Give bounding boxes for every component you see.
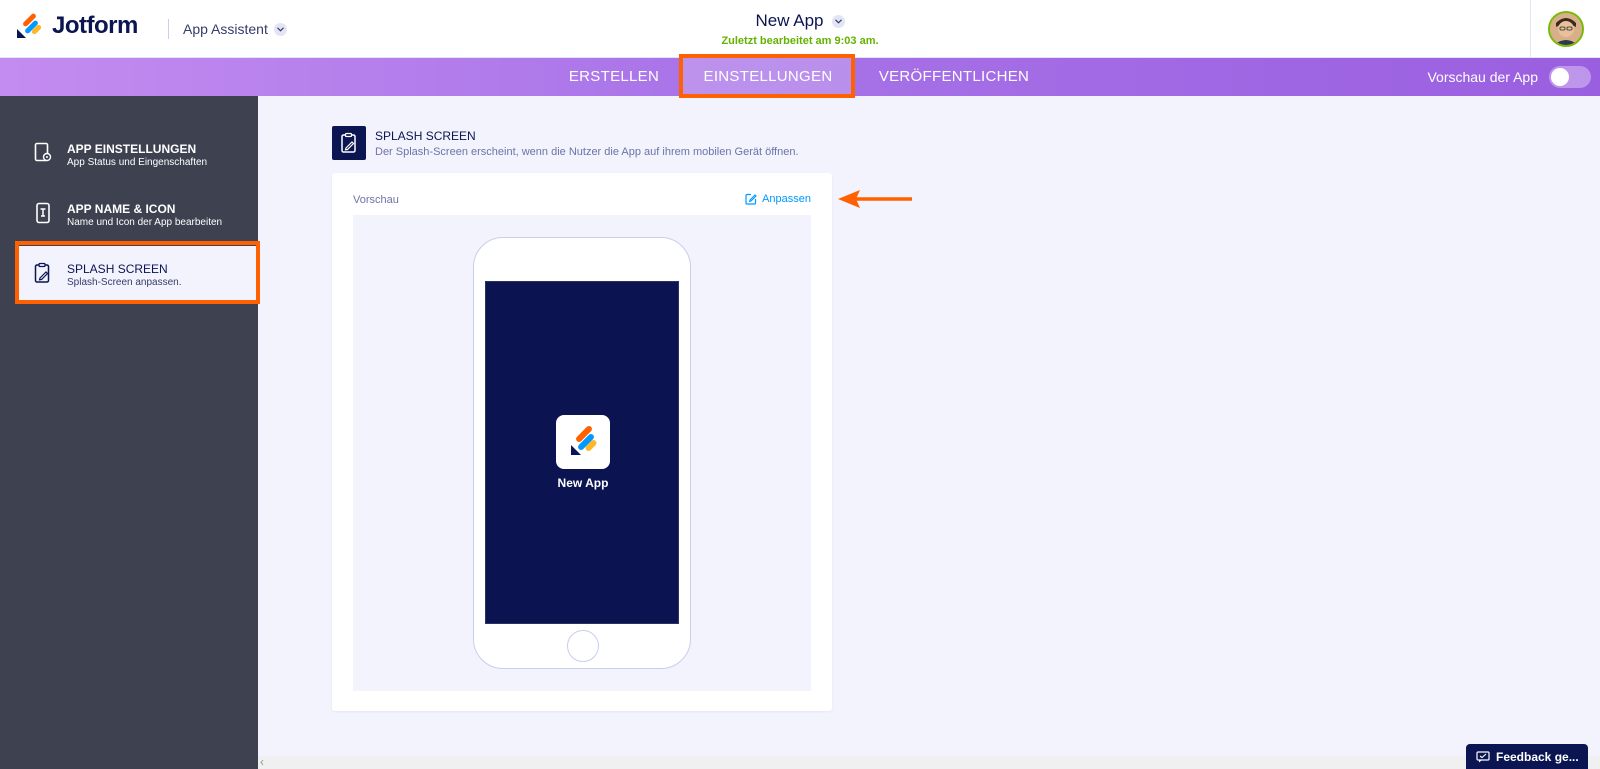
arrow-annotation-icon	[838, 190, 912, 208]
feedback-button[interactable]: Feedback ge...	[1466, 744, 1588, 769]
feedback-label: Feedback ge...	[1496, 749, 1579, 764]
horizontal-scrollbar[interactable]	[258, 756, 1600, 769]
app-preview-label: Vorschau der App	[1427, 69, 1538, 85]
phone-home-button	[567, 630, 599, 662]
app-title: New App	[755, 11, 824, 30]
account-area	[1530, 0, 1600, 58]
sidebar-item-subtitle: App Status und Eingenschaften	[67, 157, 208, 168]
phone-text-icon	[36, 202, 50, 224]
toggle-knob	[1551, 68, 1569, 86]
sidebar-item-title: SPLASH SCREEN	[67, 262, 168, 276]
top-header: Jotform App Assistent New App Zuletzt be…	[0, 0, 1600, 58]
phone-preview-area: New App	[353, 215, 811, 691]
app-icon-tile	[556, 415, 610, 469]
section-description: Der Splash-Screen erscheint, wenn die Nu…	[375, 146, 799, 158]
sidebar-item-subtitle: Name und Icon der App bearbeiten	[67, 217, 223, 228]
app-title-block: New App Zuletzt bearbeitet am 9:03 am.	[0, 11, 1600, 47]
app-preview-toggle[interactable]	[1549, 66, 1591, 88]
app-title-dropdown[interactable]: New App	[755, 11, 845, 31]
sidebar-item-subtitle: Splash-Screen anpassen.	[67, 277, 182, 288]
clipboard-edit-icon	[34, 262, 50, 283]
phone-mockup: New App	[473, 237, 691, 669]
settings-document-icon	[34, 142, 52, 162]
splash-screen-preview: New App	[485, 281, 679, 624]
main-nav: ERSTELLEN EINSTELLUNGEN VERÖFFENTLICHEN …	[0, 58, 1600, 96]
edit-icon	[745, 193, 757, 205]
app-name-label: New App	[557, 476, 609, 490]
sidebar-item-app-settings[interactable]: APP EINSTELLUNGEN App Status und Eingens…	[16, 126, 258, 184]
sidebar-item-app-name-icon[interactable]: APP NAME & ICON Name und Icon der App be…	[16, 186, 258, 244]
sidebar-item-splash-screen[interactable]: SPLASH SCREEN Splash-Screen anpassen.	[16, 246, 258, 304]
scroll-left-icon[interactable]	[258, 756, 266, 769]
section-title: SPLASH SCREEN	[375, 129, 476, 143]
splash-screen-section-icon	[332, 126, 366, 160]
user-avatar[interactable]	[1548, 11, 1584, 47]
tab-einstellungen[interactable]: EINSTELLUNGEN	[683, 58, 853, 96]
splash-preview-card: Vorschau Anpassen New App	[332, 173, 832, 711]
sidebar-item-title: APP NAME & ICON	[67, 202, 176, 216]
customize-label: Anpassen	[762, 193, 811, 205]
tab-veroeffentlichen[interactable]: VERÖFFENTLICHEN	[872, 58, 1036, 96]
feedback-icon	[1476, 750, 1490, 762]
tab-erstellen[interactable]: ERSTELLEN	[556, 58, 672, 96]
customize-link[interactable]: Anpassen	[745, 193, 811, 205]
chevron-down-icon	[831, 14, 845, 28]
preview-label: Vorschau	[353, 194, 399, 206]
last-edited-status: Zuletzt bearbeitet am 9:03 am.	[721, 35, 879, 47]
jotform-app-icon	[571, 426, 597, 455]
sidebar-item-title: APP EINSTELLUNGEN	[67, 142, 197, 156]
settings-sidebar: APP EINSTELLUNGEN App Status und Eingens…	[0, 96, 258, 769]
